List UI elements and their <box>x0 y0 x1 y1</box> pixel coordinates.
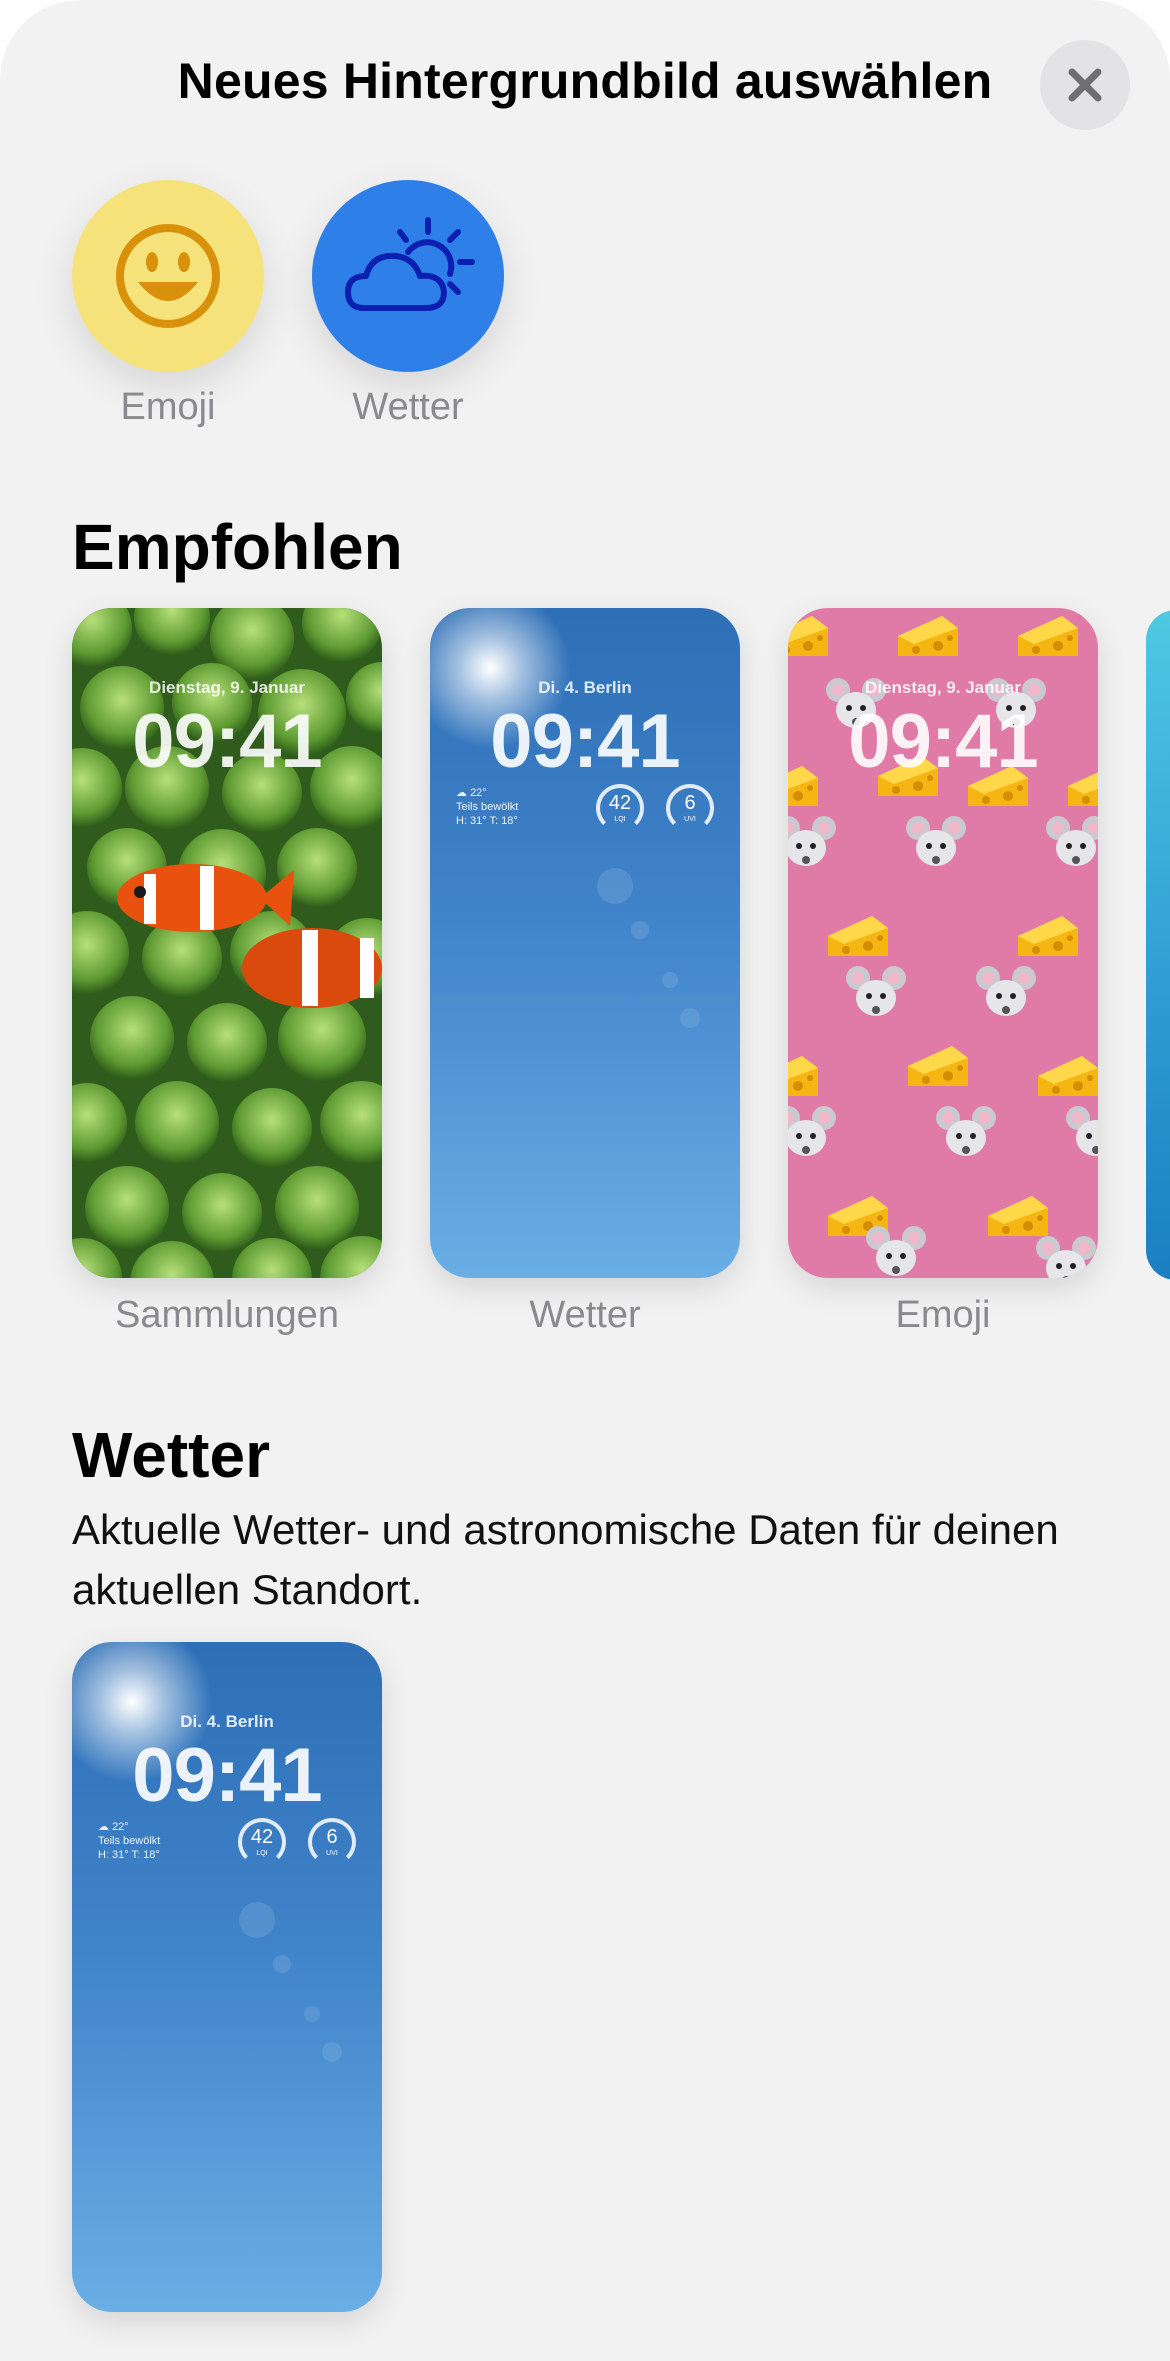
lock-time: 09:41 <box>490 699 680 784</box>
uvi-label: UVI <box>684 816 696 823</box>
uvi-label: UVI <box>326 1850 338 1857</box>
temperature: 22° <box>470 787 487 799</box>
wallpaper-card-collections[interactable]: Dienstag, 9. Januar 09:41 <box>72 608 382 1278</box>
weather-cloud-sun-icon <box>345 217 475 311</box>
sheet-title: Neues Hintergrundbild auswählen <box>177 53 993 109</box>
partly-cloudy-icon: ☁ <box>456 787 467 799</box>
weather-category-circle[interactable] <box>312 180 504 372</box>
category-label: Emoji <box>120 386 216 428</box>
wallpaper-card-emoji[interactable]: Dienstag, 9. Januar 09:41 <box>788 608 1098 1278</box>
category-label: Wetter <box>352 386 464 428</box>
aqi-gauge: 42 LQI <box>596 784 644 832</box>
weather-section-description: Aktuelle Wetter- und astronomische Daten… <box>72 1506 1059 1613</box>
lock-time: 09:41 <box>848 699 1038 784</box>
category-weather[interactable]: Wetter <box>312 180 508 429</box>
smiley-icon <box>116 224 220 328</box>
weather-section-title: Wetter <box>72 1419 270 1491</box>
emoji-category-circle[interactable] <box>72 180 264 372</box>
aqi-value: 42 <box>250 1826 274 1848</box>
wallpaper-picker-sheet: Neues Hintergrundbild auswählen Emoji We… <box>0 0 1170 2361</box>
aqi-gauge: 42 LQI <box>238 1818 286 1866</box>
uvi-value: 6 <box>326 1826 338 1848</box>
uvi-value: 6 <box>684 792 696 814</box>
card-label-collections: Sammlungen <box>115 1294 339 1336</box>
card-label-emoji: Emoji <box>895 1294 991 1336</box>
wallpaper-card-weather-section[interactable]: Di. 4. Berlin 09:41 ☁ 22° Teils bewölkt … <box>72 1642 382 2312</box>
high-low: H: 31° T: 18° <box>456 815 518 827</box>
condition: Teils bewölkt <box>98 1835 161 1847</box>
aqi-label: LQI <box>256 1850 268 1857</box>
lock-time: 09:41 <box>132 699 322 784</box>
partly-cloudy-icon: ☁ <box>98 1821 109 1833</box>
weather-widget: ☁ 22° Teils bewölkt H: 31° T: 18° <box>98 1820 160 1862</box>
wallpaper-card-weather[interactable]: Di. 4. Berlin 09:41 ☁ 22° Teils bewölkt … <box>430 608 740 1278</box>
lock-date: Dienstag, 9. Januar <box>865 678 1021 697</box>
close-icon <box>1068 68 1102 102</box>
lock-date: Dienstag, 9. Januar <box>149 678 305 697</box>
sheet-header: Neues Hintergrundbild auswählen <box>0 0 1170 150</box>
high-low: H: 31° T: 18° <box>98 1849 160 1861</box>
card-label-weather: Wetter <box>529 1294 641 1336</box>
recommended-title: Empfohlen <box>72 511 403 583</box>
uvi-gauge: 6 UVI <box>666 784 714 832</box>
lock-time: 09:41 <box>132 1733 322 1818</box>
condition: Teils bewölkt <box>456 801 519 813</box>
temperature: 22° <box>112 1821 129 1833</box>
uvi-gauge: 6 UVI <box>308 1818 356 1866</box>
weather-widget: ☁ 22° Teils bewölkt H: 31° T: 18° <box>456 786 518 828</box>
lock-date: Di. 4. Berlin <box>180 1712 274 1731</box>
category-emoji[interactable]: Emoji <box>72 180 268 429</box>
lock-date: Di. 4. Berlin <box>538 678 632 697</box>
wallpaper-card-next-peek[interactable] <box>1146 610 1170 1280</box>
close-button[interactable] <box>1040 40 1130 130</box>
aqi-label: LQI <box>614 816 626 823</box>
aqi-value: 42 <box>608 792 632 814</box>
